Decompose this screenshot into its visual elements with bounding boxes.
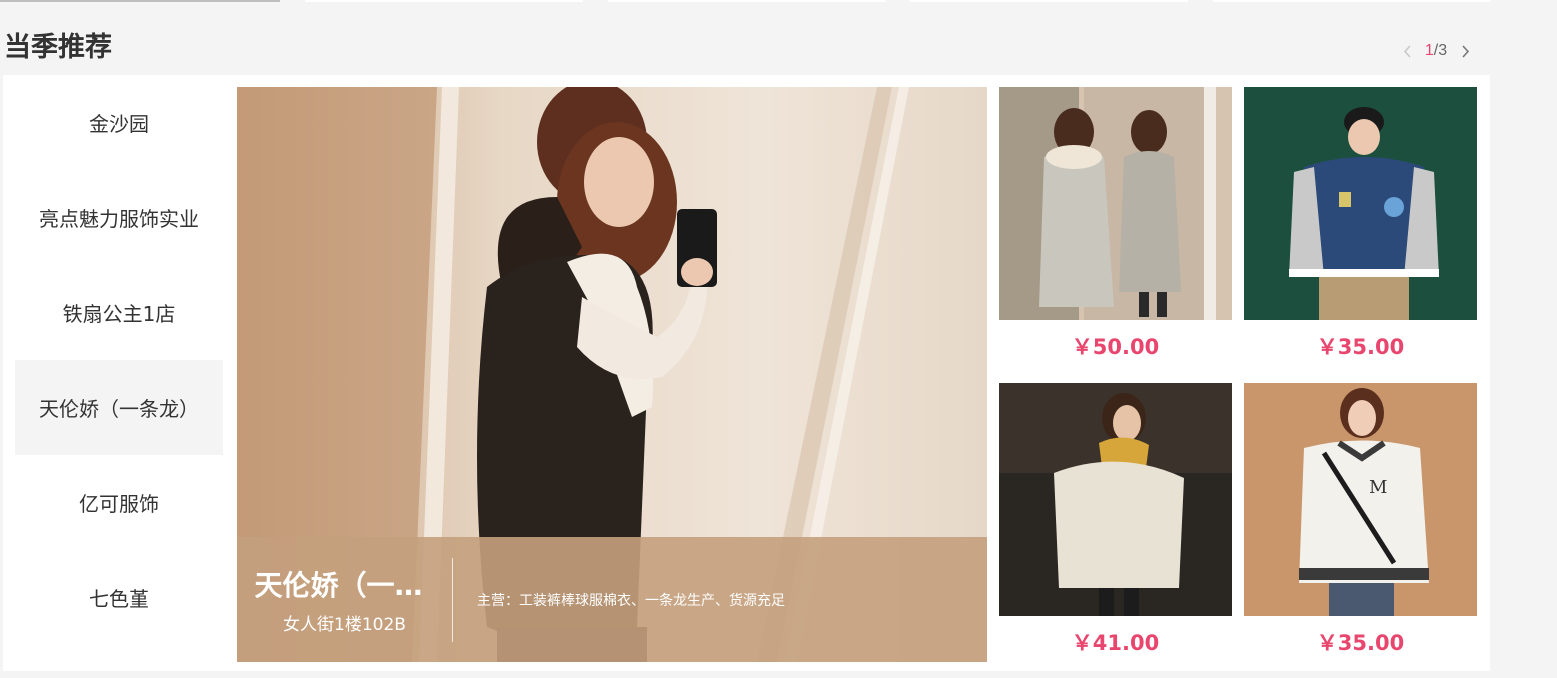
store-list: 金沙园 亮点魅力服饰实业 铁扇公主1店 天伦娇（一条龙） 亿可服饰 七色堇: [15, 75, 223, 645]
top-tab-5[interactable]: [1213, 0, 1490, 2]
store-item[interactable]: 铁扇公主1店: [15, 265, 223, 360]
top-tab-strip: [0, 0, 1490, 3]
featured-store-main-business: 主营：工装裤棒球服棉衣、一条龙生产、货源充足: [477, 592, 785, 609]
product-image: [999, 383, 1232, 616]
product-price: ￥35.00: [1316, 631, 1405, 655]
page-indicator: 1/3: [1416, 42, 1456, 60]
page-current: 1: [1424, 42, 1434, 59]
product-price: ￥41.00: [1071, 631, 1160, 655]
store-item[interactable]: 七色堇: [15, 550, 223, 645]
store-item[interactable]: 亮点魅力服饰实业: [15, 170, 223, 265]
product-card[interactable]: ￥41.00: [999, 383, 1232, 668]
store-item-label: 亿可服饰: [79, 492, 159, 516]
top-tab-3[interactable]: [608, 0, 886, 2]
product-photo: [999, 383, 1232, 616]
product-image: [1244, 87, 1477, 320]
store-item-active[interactable]: 天伦娇（一条龙）: [15, 360, 223, 455]
top-tab-4[interactable]: [910, 0, 1188, 2]
top-tab-1[interactable]: [0, 0, 280, 2]
next-page-button[interactable]: [1456, 41, 1474, 61]
page-total: /3: [1433, 42, 1448, 59]
product-card[interactable]: M ￥35.00: [1244, 383, 1477, 668]
featured-store-location: 女人街1楼102B: [283, 615, 406, 635]
store-item[interactable]: 亿可服饰: [15, 455, 223, 550]
featured-store-name: 天伦娇（一条龙）: [254, 569, 435, 602]
featured-store-name-block: 天伦娇（一条龙） 女人街1楼102B: [237, 564, 452, 635]
store-item[interactable]: 金沙园: [15, 75, 223, 170]
featured-store-banner[interactable]: 天伦娇（一条龙） 女人街1楼102B 主营：工装裤棒球服棉衣、一条龙生产、货源充…: [237, 87, 987, 662]
chevron-left-icon: [1403, 44, 1411, 58]
section-title: 当季推荐: [4, 32, 112, 63]
product-price: ￥35.00: [1316, 335, 1405, 359]
product-image: [999, 87, 1232, 320]
product-photo: [999, 87, 1232, 320]
caption-divider: [452, 557, 453, 642]
chevron-right-icon: [1461, 44, 1469, 58]
prev-page-button[interactable]: [1398, 41, 1416, 61]
store-item-label: 金沙园: [89, 112, 149, 136]
recommend-panel: 金沙园 亮点魅力服饰实业 铁扇公主1店 天伦娇（一条龙） 亿可服饰 七色堇 天伦…: [3, 75, 1490, 671]
store-item-label: 七色堇: [89, 587, 149, 611]
top-tab-2[interactable]: [305, 0, 583, 2]
store-item-label: 亮点魅力服饰实业: [39, 207, 199, 231]
product-photo: [1244, 87, 1477, 320]
product-card[interactable]: ￥35.00: [1244, 87, 1477, 372]
product-image: M: [1244, 383, 1477, 616]
pager: 1/3: [1398, 41, 1474, 61]
svg-text:M: M: [1369, 477, 1387, 498]
product-card[interactable]: ￥50.00: [999, 87, 1232, 372]
store-item-label: 天伦娇（一条龙）: [39, 397, 199, 421]
store-item-label: 铁扇公主1店: [62, 302, 176, 326]
product-photo: M: [1244, 383, 1477, 616]
product-price: ￥50.00: [1071, 335, 1160, 359]
featured-store-caption: 天伦娇（一条龙） 女人街1楼102B 主营：工装裤棒球服棉衣、一条龙生产、货源充…: [237, 537, 987, 662]
